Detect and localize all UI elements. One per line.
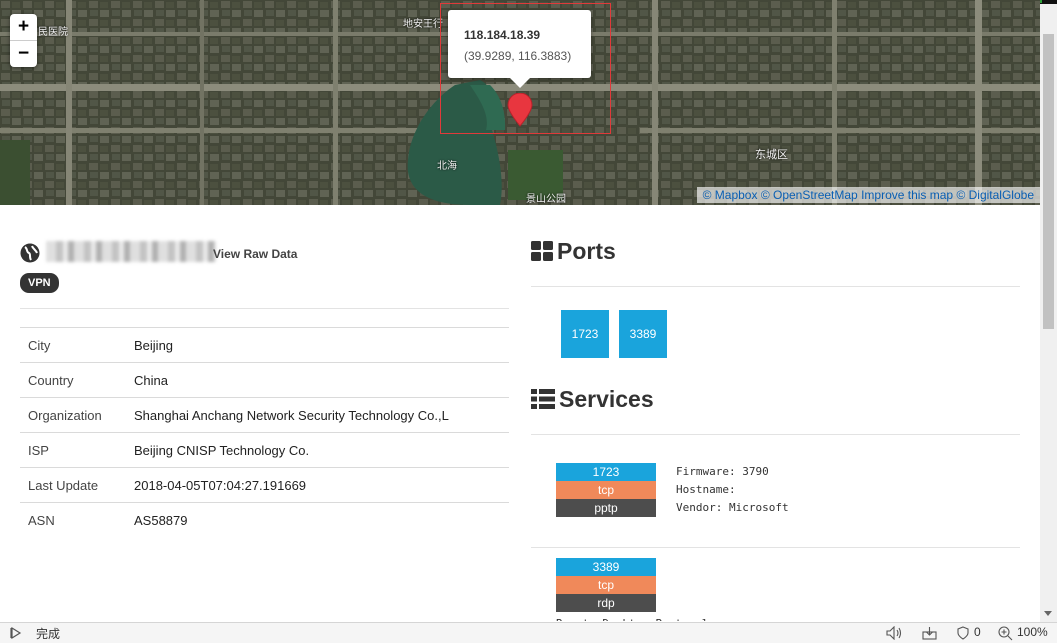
info-value: 2018-04-05T07:04:27.191669 — [134, 467, 509, 503]
map-label-top: 地安王行 — [403, 19, 443, 30]
info-value: Beijing CNISP Technology Co. — [134, 432, 509, 468]
shield-icon[interactable] — [956, 626, 970, 640]
attribution-mapbox-link[interactable]: © Mapbox — [703, 188, 758, 202]
info-key: ASN — [20, 502, 134, 537]
info-row: Last Update 2018-04-05T07:04:27.191669 — [20, 467, 509, 503]
obscured-ip-address — [46, 241, 216, 262]
ports-heading: Ports — [531, 238, 616, 265]
play-icon[interactable] — [10, 627, 22, 639]
status-text: 完成 — [36, 627, 61, 641]
info-key: ISP — [20, 432, 134, 468]
ports-divider — [531, 286, 1020, 287]
speaker-icon[interactable] — [886, 626, 904, 640]
zoom-level[interactable]: 100% — [1017, 625, 1048, 639]
info-value: Beijing — [134, 327, 509, 363]
info-key: City — [20, 327, 134, 363]
scroll-down-arrow-icon[interactable] — [1044, 611, 1052, 616]
popup-coords: (39.9289, 116.3883) — [464, 49, 572, 63]
header-divider — [20, 308, 509, 309]
security-count: 0 — [974, 625, 981, 639]
list-icon — [531, 389, 555, 409]
service-divider — [531, 547, 1020, 548]
service-port: 3389 — [556, 558, 656, 576]
info-key: Last Update — [20, 467, 134, 503]
host-info-table: City Beijing Country China Organization Shang… — [20, 327, 509, 537]
service-banner: Firmware: 3790 Hostname: Vendor: Microso… — [676, 465, 789, 514]
service-port: 1723 — [556, 463, 656, 481]
service-name: pptp — [556, 499, 656, 517]
map-label-jingshan: 景山公园 — [526, 194, 566, 205]
service-transport: tcp — [556, 481, 656, 499]
zoom-out-button[interactable]: − — [10, 40, 37, 67]
info-key: Country — [20, 362, 134, 398]
info-value: China — [134, 362, 509, 398]
zoom-control: + − — [10, 14, 37, 67]
services-heading: Services — [531, 386, 654, 413]
service-banner: Remote Desktop Protocol — [556, 615, 708, 621]
info-value: Shanghai Anchang Network Security Techno… — [134, 397, 509, 433]
services-title: Services — [559, 386, 654, 412]
info-row: Country China — [20, 362, 509, 398]
info-value: AS58879 — [134, 502, 509, 537]
attribution-osm-link[interactable]: © OpenStreetMap — [761, 188, 858, 202]
service-block[interactable]: 1723 tcp pptp — [556, 463, 656, 517]
map-label-dongcheng: 东城区 — [755, 149, 788, 161]
map-label-beihai: 北海 — [437, 161, 457, 172]
services-divider — [531, 434, 1020, 435]
service-name: rdp — [556, 594, 656, 612]
map-view[interactable]: 民医院 地安王行 北海 景山公园 东城区 + − 118.184.18.39 (… — [0, 0, 1040, 205]
globe-icon — [20, 243, 40, 263]
info-key: Organization — [20, 397, 134, 433]
attribution-digitalglobe-link[interactable]: © DigitalGlobe — [956, 188, 1034, 202]
info-row: City Beijing — [20, 327, 509, 363]
view-raw-data-link[interactable]: View Raw Data — [213, 247, 297, 261]
service-transport: tcp — [556, 576, 656, 594]
map-attribution: © Mapbox © OpenStreetMap Improve this ma… — [696, 187, 1040, 203]
map-label-hospital: 民医院 — [38, 27, 68, 38]
zoom-in-button[interactable]: + — [10, 14, 37, 40]
info-row: ASN AS58879 — [20, 502, 509, 537]
download-icon[interactable] — [922, 626, 937, 640]
attribution-improve-link[interactable]: Improve this map — [861, 188, 953, 202]
popup-ip: 118.184.18.39 — [464, 28, 541, 42]
info-row: Organization Shanghai Anchang Network Sec… — [20, 397, 509, 433]
service-block[interactable]: 3389 tcp rdp — [556, 558, 656, 612]
port-badge[interactable]: 1723 — [561, 310, 609, 358]
browser-status-bar: 完成 0 100% — [0, 622, 1057, 643]
map-marker-icon[interactable] — [507, 93, 533, 127]
zoom-icon[interactable] — [998, 626, 1013, 641]
grid-icon — [531, 241, 553, 261]
ports-title: Ports — [557, 238, 616, 264]
vpn-tag-badge[interactable]: VPN — [20, 273, 59, 293]
info-row: ISP Beijing CNISP Technology Co. — [20, 432, 509, 468]
scrollbar-thumb[interactable] — [1043, 34, 1054, 329]
map-popup: 118.184.18.39 (39.9289, 116.3883) — [448, 10, 591, 88]
vertical-scrollbar[interactable] — [1040, 4, 1057, 622]
port-badge[interactable]: 3389 — [619, 310, 667, 358]
